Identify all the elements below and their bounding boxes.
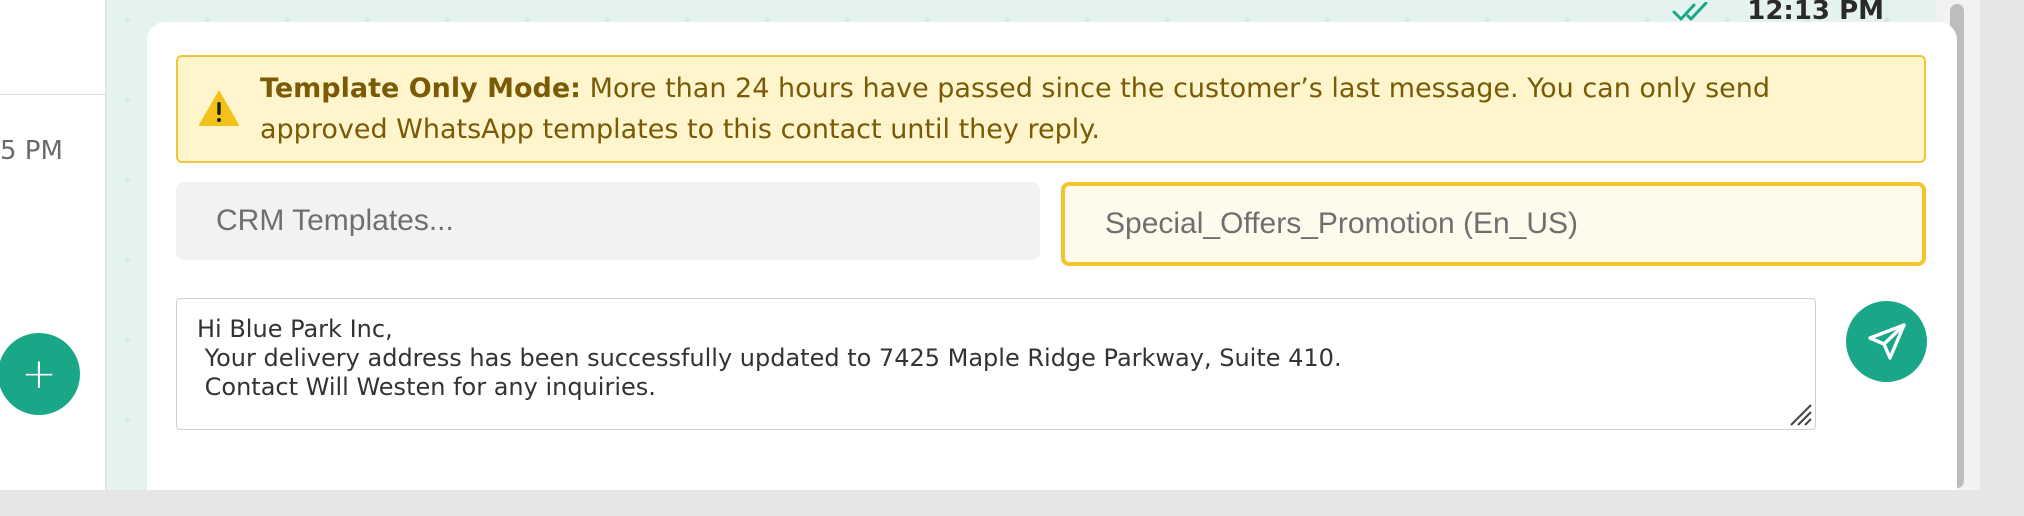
send-icon <box>1867 322 1906 360</box>
alert-title: Template Only Mode: <box>260 73 581 104</box>
double-check-icon <box>1672 2 1708 21</box>
app-window: 5 PM + 12:13 PM Template Only Mode: More… <box>0 0 2024 516</box>
message-line: Contact Will Westen for any inquiries. <box>197 373 656 401</box>
conversation-time: 5 PM <box>0 136 63 166</box>
new-chat-button[interactable]: + <box>0 333 80 415</box>
message-line: Hi Blue Park Inc, <box>197 315 393 343</box>
message-timestamp: 12:13 PM <box>1747 0 1884 22</box>
resize-handle-icon[interactable] <box>1787 401 1813 427</box>
message-line: Your delivery address has been successfu… <box>197 344 1342 372</box>
whatsapp-template-select[interactable]: Special_Offers_Promotion (En_US) <box>1061 182 1926 266</box>
alert-message: Template Only Mode: More than 24 hours h… <box>260 68 1880 150</box>
conversation-list-pane: 5 PM + <box>0 0 106 490</box>
list-divider <box>0 94 106 95</box>
message-composer: Template Only Mode: More than 24 hours h… <box>147 22 1957 490</box>
message-textarea[interactable]: Hi Blue Park Inc, Your delivery address … <box>176 298 1816 430</box>
crm-templates-select[interactable]: CRM Templates... <box>176 182 1040 260</box>
template-mode-alert: Template Only Mode: More than 24 hours h… <box>176 55 1926 163</box>
send-button[interactable] <box>1846 301 1927 382</box>
window-bottom-edge <box>0 490 2024 516</box>
warning-triangle-icon <box>199 91 239 126</box>
plus-icon: + <box>21 349 57 398</box>
